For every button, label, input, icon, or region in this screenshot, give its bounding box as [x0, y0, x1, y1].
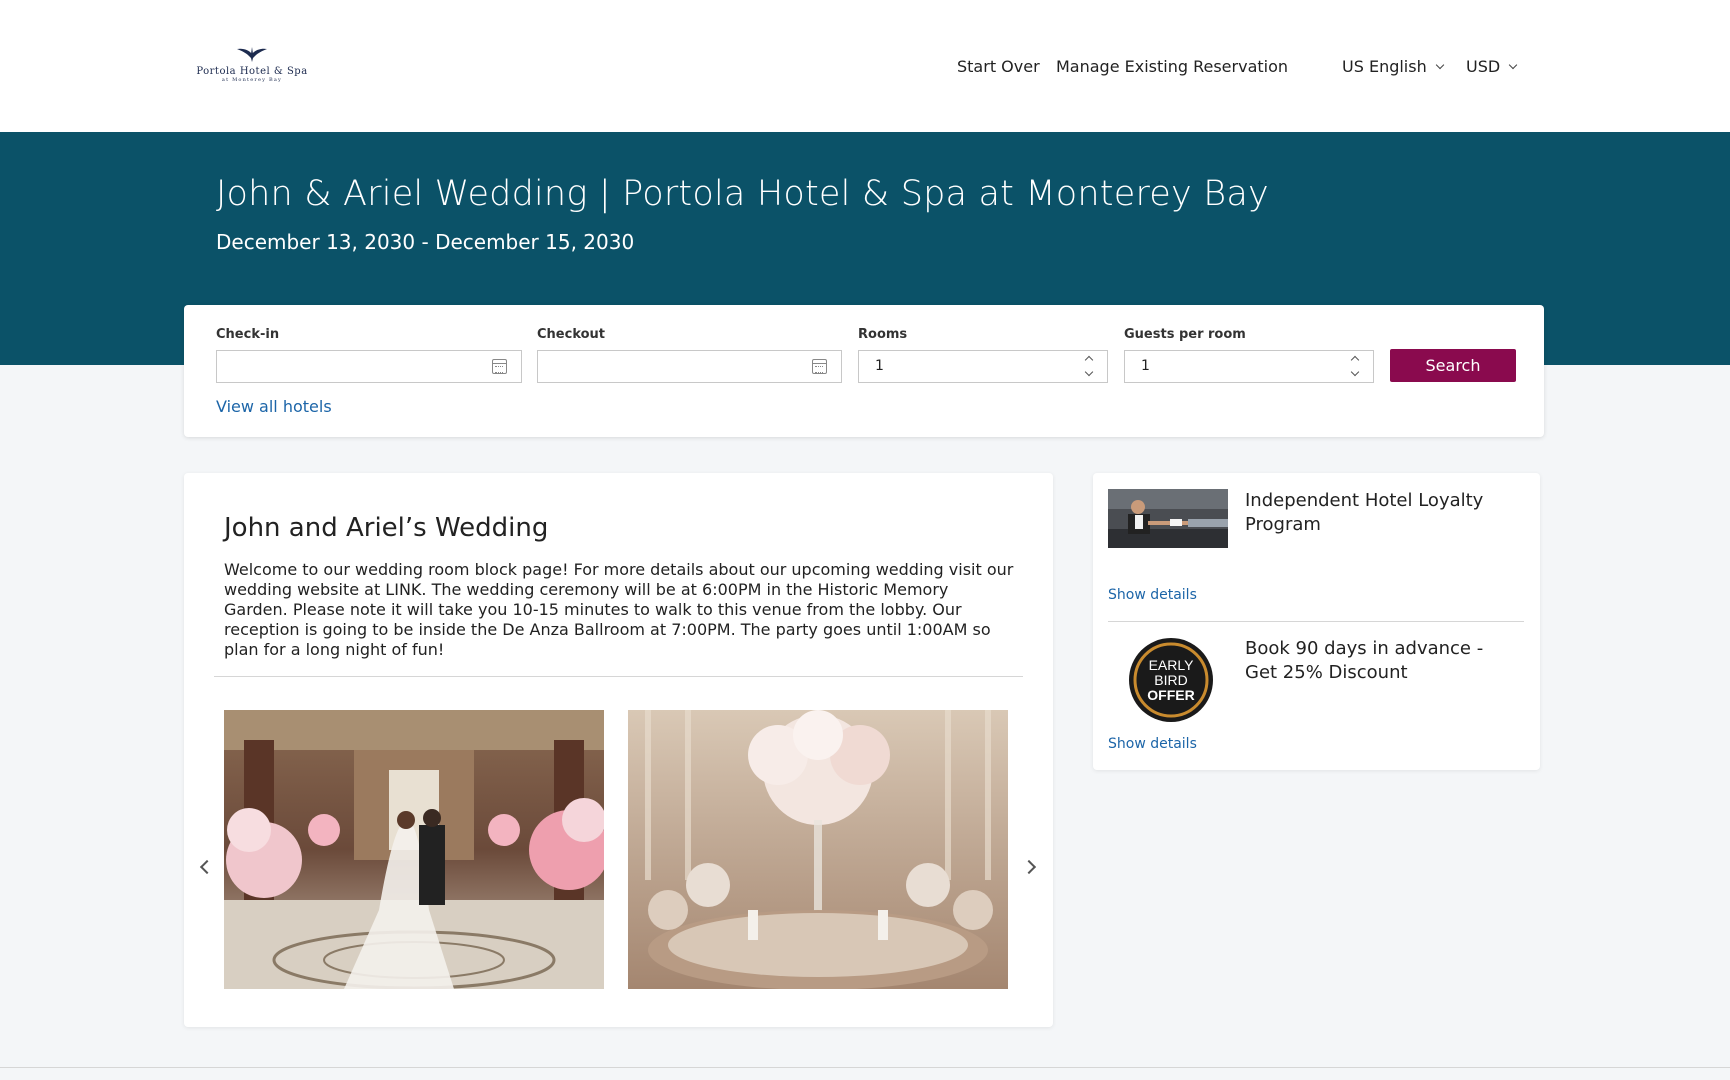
language-selector[interactable]: US English — [1342, 57, 1444, 76]
view-all-hotels-link[interactable]: View all hotels — [216, 397, 332, 416]
badge-line-2: BIRD — [1154, 672, 1187, 688]
language-label: US English — [1342, 57, 1427, 76]
guests-stepper[interactable]: 1 — [1124, 350, 1374, 383]
logo-brand: Portola Hotel & Spa — [196, 66, 308, 77]
currency-selector[interactable]: USD — [1466, 57, 1518, 76]
divider — [1108, 621, 1524, 622]
offer-title: Book 90 days in advance - Get 25% Discou… — [1245, 638, 1484, 683]
calendar-icon[interactable] — [492, 359, 507, 374]
offers-panel: Independent Hotel Loyalty Program Show d… — [1093, 473, 1540, 770]
page-title: John & Ariel Wedding | Portola Hotel & S… — [216, 174, 1269, 214]
start-over-link[interactable]: Start Over — [957, 57, 1040, 76]
footer-divider — [0, 1067, 1730, 1068]
rooms-label: Rooms — [858, 327, 908, 342]
guests-label: Guests per room — [1124, 327, 1246, 342]
search-button[interactable]: Search — [1390, 349, 1516, 382]
reception-photo — [628, 710, 1008, 989]
guests-spinner[interactable] — [1349, 353, 1361, 379]
currency-label: USD — [1466, 57, 1501, 76]
offer-title: Independent Hotel Loyalty Program — [1245, 490, 1484, 535]
chevron-up-icon[interactable] — [1350, 355, 1360, 365]
guests-value: 1 — [1141, 358, 1150, 374]
event-dates: December 13, 2030 - December 15, 2030 — [216, 230, 635, 254]
checkout-input[interactable] — [537, 350, 842, 383]
carousel-prev-icon[interactable] — [199, 859, 215, 875]
event-card: John and Ariel’s Wedding Welcome to our … — [184, 473, 1053, 1027]
logo-subtitle: at Monterey Bay — [221, 77, 283, 83]
badge-line-1: EARLY — [1149, 657, 1195, 673]
manage-reservation-link[interactable]: Manage Existing Reservation — [1056, 57, 1288, 76]
chevron-down-icon — [1508, 60, 1518, 70]
chevron-down-icon[interactable] — [1084, 367, 1094, 377]
chevron-up-icon[interactable] — [1084, 355, 1094, 365]
chevron-down-icon[interactable] — [1350, 367, 1360, 377]
badge-line-3: OFFER — [1147, 687, 1194, 703]
divider — [214, 676, 1023, 677]
event-title: John and Ariel’s Wedding — [224, 513, 549, 543]
hotel-logo[interactable]: Portola Hotel & Spa at Monterey Bay — [190, 44, 314, 88]
search-panel: Check-in Checkout Rooms 1 Guests per roo… — [184, 305, 1544, 437]
calendar-icon[interactable] — [812, 359, 827, 374]
checkin-input[interactable] — [216, 350, 522, 383]
show-details-link[interactable]: Show details — [1108, 736, 1197, 752]
early-bird-badge: EARLY BIRD OFFER — [1128, 637, 1214, 723]
checkout-label: Checkout — [537, 327, 606, 342]
ceremony-photo — [224, 710, 604, 989]
rooms-stepper[interactable]: 1 — [858, 350, 1108, 383]
show-details-link[interactable]: Show details — [1108, 587, 1197, 603]
site-header: Portola Hotel & Spa at Monterey Bay Star… — [0, 0, 1730, 132]
whale-tail-icon — [237, 47, 267, 62]
rooms-value: 1 — [875, 358, 884, 374]
carousel-next-icon[interactable] — [1021, 859, 1037, 875]
checkin-label: Check-in — [216, 327, 280, 342]
chevron-down-icon — [1435, 60, 1444, 70]
event-description: Welcome to our wedding room block page! … — [224, 560, 1014, 659]
rooms-spinner[interactable] — [1083, 353, 1095, 379]
loyalty-program-image — [1108, 489, 1228, 548]
